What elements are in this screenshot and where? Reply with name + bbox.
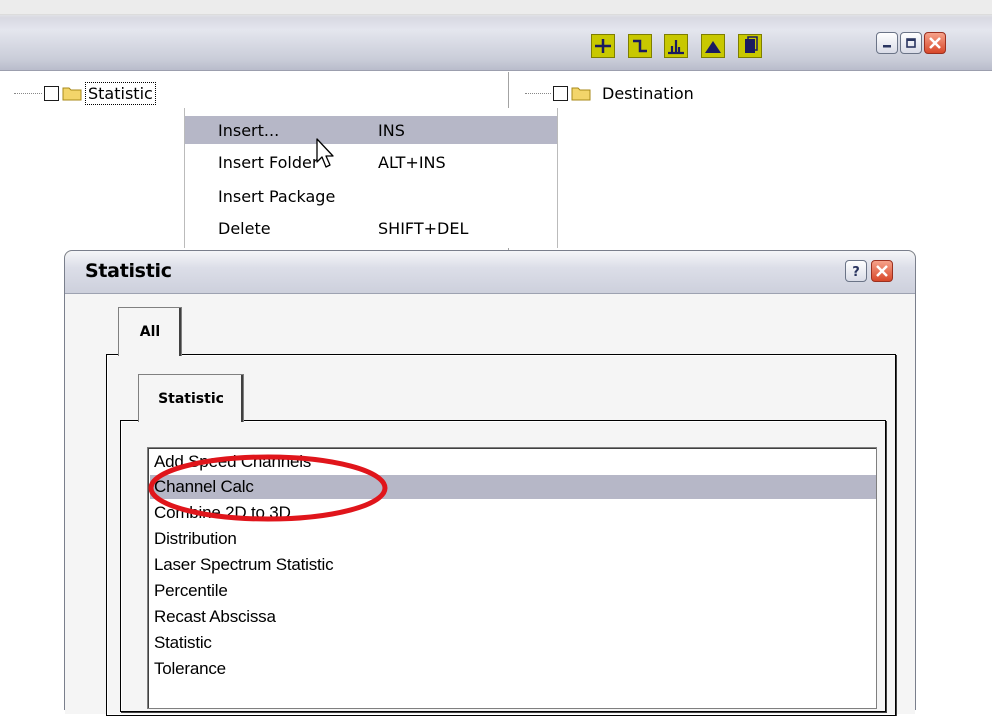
right-tree-label[interactable]: Destination [600,83,696,104]
menu-item-shortcut: SHIFT+DEL [378,218,469,238]
tab-label: Statistic [158,390,224,407]
page-icon[interactable] [738,34,762,58]
menu-item-label: Insert Folder [218,152,319,172]
list-item[interactable]: Statistic [154,631,872,655]
right-tree-checkbox[interactable] [553,85,568,101]
list-item[interactable]: Percentile [154,579,872,603]
help-button[interactable]: ? [845,260,867,282]
dialog-titlebar[interactable]: Statistic ? [65,251,915,294]
folder-icon [62,87,82,100]
left-tree-label[interactable]: Statistic [85,81,156,105]
tree-connector [525,92,551,94]
menu-item-label: Insert Package [218,186,336,206]
list-item[interactable]: Laser Spectrum Statistic [154,553,872,577]
dialog-close-button[interactable] [871,260,893,282]
list-item[interactable]: Tolerance [154,657,872,681]
menu-item-shortcut: INS [378,120,405,140]
left-tree-root[interactable]: Statistic [14,80,156,106]
maximize-button[interactable] [900,32,922,54]
menu-item-label: Insert... [218,120,280,140]
menu-item-delete[interactable]: Delete SHIFT+DEL [185,214,557,242]
tab-all[interactable]: All [118,307,182,356]
menu-item-shortcut: ALT+INS [378,152,446,172]
main-window-titlebar [0,0,992,71]
svg-text:?: ? [852,265,860,280]
list-item[interactable]: Distribution [154,527,872,551]
context-menu: Insert... INS Insert Folder ALT+INS Inse… [184,108,558,248]
dialog-title: Statistic [85,260,172,282]
menu-item-insert-folder[interactable]: Insert Folder ALT+INS [185,148,557,176]
tree-connector [14,92,42,94]
close-button[interactable] [924,32,946,54]
mouse-cursor-icon [316,138,334,168]
menu-item-label: Delete [218,218,271,238]
menu-item-insert-package[interactable]: Insert Package [185,182,557,210]
minimize-button[interactable] [876,32,898,54]
left-tree-checkbox[interactable] [44,85,59,101]
crosshair-icon[interactable] [591,34,615,58]
spectrum-icon[interactable] [664,34,688,58]
list-item[interactable]: Recast Abscissa [154,605,872,629]
tab-label: All [139,324,161,340]
menu-item-insert[interactable]: Insert... INS [185,116,557,144]
top-strip [0,0,992,15]
folder-icon [571,87,591,100]
annotation-circle [148,454,388,522]
tab-statistic[interactable]: Statistic [138,374,244,422]
peak-icon[interactable] [701,34,725,58]
step-icon[interactable] [628,34,652,58]
right-tree-root[interactable]: Destination [525,80,696,106]
